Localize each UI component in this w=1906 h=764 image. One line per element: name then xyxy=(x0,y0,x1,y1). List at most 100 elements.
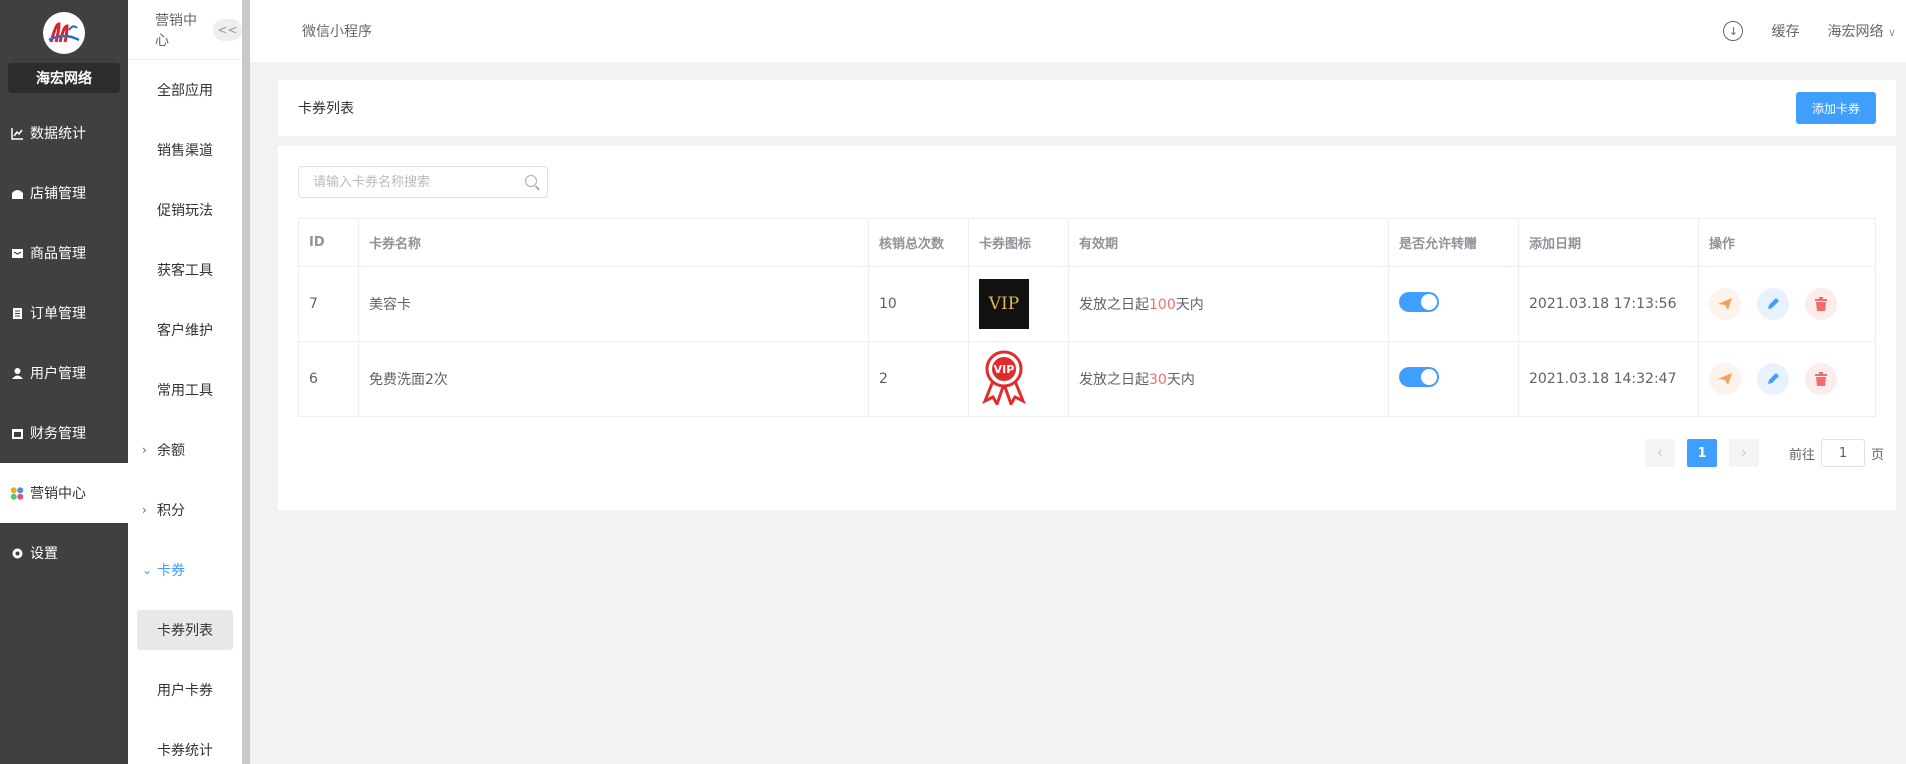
trash-icon xyxy=(1815,297,1827,311)
chevron-right-icon: › xyxy=(142,443,147,457)
cell-icon: VIP xyxy=(968,266,1069,342)
subnav-item-coupon-list[interactable]: 卡券列表 xyxy=(128,600,242,660)
cell-name: 免费洗面2次 xyxy=(358,341,869,417)
page-number[interactable]: 1 xyxy=(1686,439,1717,467)
send-coupon-button[interactable] xyxy=(1709,363,1741,395)
marketing-icon xyxy=(10,486,24,500)
secondary-sidebar: 营销中心 << 全部应用 销售渠道 促销玩法 获客工具 客户维护 常用工具 › … xyxy=(128,0,250,764)
brand-name: 海宏网络 xyxy=(8,63,120,93)
search-icon[interactable] xyxy=(525,175,537,187)
search-input[interactable] xyxy=(313,168,513,196)
subnav-item-all-apps[interactable]: 全部应用 xyxy=(128,60,242,120)
collapse-sidebar-button[interactable]: << xyxy=(212,18,242,41)
delete-coupon-button[interactable] xyxy=(1805,363,1837,395)
cell-actions xyxy=(1698,266,1876,342)
subnav-group-label: 卡券 xyxy=(157,563,185,579)
page-jump-input[interactable] xyxy=(1820,439,1865,467)
validity-prefix: 发放之日起 xyxy=(1079,297,1149,313)
sidebar-item-label: 用户管理 xyxy=(30,366,86,382)
subnav-item-common-tools[interactable]: 常用工具 xyxy=(128,360,242,420)
sidebar-item-label: 订单管理 xyxy=(30,306,86,322)
cell-count: 2 xyxy=(868,341,969,417)
sidebar-item-label: 数据统计 xyxy=(30,126,86,142)
page-label: 页 xyxy=(1870,447,1884,463)
sidebar-item-users[interactable]: 用户管理 xyxy=(0,343,128,403)
sidebar-item-goods[interactable]: 商品管理 xyxy=(0,223,128,283)
cell-id: 7 xyxy=(298,266,359,342)
cell-id: 6 xyxy=(298,341,359,417)
cell-icon: VIP xyxy=(968,341,1069,417)
header-title: 微信小程序 xyxy=(302,24,372,40)
edit-coupon-button[interactable] xyxy=(1757,363,1789,395)
paper-plane-icon xyxy=(1718,373,1732,385)
prev-page-button[interactable]: ‹ xyxy=(1644,439,1675,467)
sidebar-item-shop[interactable]: 店铺管理 xyxy=(0,163,128,223)
subnav-sub-label: 用户卡券 xyxy=(157,683,213,699)
next-page-button[interactable]: › xyxy=(1728,439,1759,467)
settings-icon xyxy=(10,546,24,560)
user-icon xyxy=(10,366,24,380)
subnav-header: 营销中心 << xyxy=(128,0,242,60)
subnav-group-balance[interactable]: › 余额 xyxy=(128,420,242,480)
add-coupon-button[interactable]: 添加卡券 xyxy=(1795,92,1876,124)
send-coupon-button[interactable] xyxy=(1709,288,1741,320)
chart-line-icon xyxy=(10,126,24,140)
table-header-row: ID 卡券名称 核销总次数 卡券图标 有效期 是否允许转赠 添加日期 操作 xyxy=(298,218,1876,267)
cell-date: 2021.03.18 14:32:47 xyxy=(1518,341,1699,417)
sidebar-item-data-stats[interactable]: 数据统计 xyxy=(0,103,128,163)
goods-icon xyxy=(10,246,24,260)
subnav-item-sales-channel[interactable]: 销售渠道 xyxy=(128,120,242,180)
brand-logo[interactable] xyxy=(43,11,85,54)
download-icon[interactable]: ↓ xyxy=(1723,21,1744,41)
chevron-down-icon: ⌄ xyxy=(142,563,153,577)
cell-transfer xyxy=(1388,266,1519,342)
transfer-toggle[interactable] xyxy=(1399,367,1439,387)
table-row: 7 美容卡 10 VIP 发放之日起100天内 2021.03.18 17:13… xyxy=(298,266,1876,342)
col-header-transfer: 是否允许转赠 xyxy=(1388,218,1519,267)
search-box xyxy=(298,166,548,198)
vip-badge-text: VIP xyxy=(994,363,1015,376)
subnav-item-user-coupons[interactable]: 用户卡券 xyxy=(128,660,242,720)
cell-validity: 发放之日起30天内 xyxy=(1068,341,1389,417)
pencil-icon xyxy=(1768,373,1779,384)
subnav-item-coupon-stats[interactable]: 卡券统计 xyxy=(128,720,242,764)
page-jump: 前往 页 xyxy=(1789,439,1884,467)
sidebar-item-orders[interactable]: 订单管理 xyxy=(0,283,128,343)
goto-label: 前往 xyxy=(1788,447,1815,463)
cell-transfer xyxy=(1388,341,1519,417)
vip-card-image: VIP xyxy=(979,279,1029,329)
pencil-icon xyxy=(1768,298,1779,309)
vip-card-text: VIP xyxy=(988,294,1020,314)
edit-coupon-button[interactable] xyxy=(1757,288,1789,320)
order-icon xyxy=(10,306,24,320)
subnav-item-promotion[interactable]: 促销玩法 xyxy=(128,180,242,240)
col-header-validity: 有效期 xyxy=(1068,218,1389,267)
col-header-name: 卡券名称 xyxy=(358,218,869,267)
paper-plane-icon xyxy=(1718,298,1732,310)
subnav-group-points[interactable]: › 积分 xyxy=(128,480,242,540)
sidebar-item-marketing[interactable]: 营销中心 xyxy=(0,463,128,523)
sidebar-item-finance[interactable]: 财务管理 xyxy=(0,403,128,463)
coupon-table: ID 卡券名称 核销总次数 卡券图标 有效期 是否允许转赠 添加日期 操作 7 … xyxy=(298,218,1876,417)
sidebar-item-label: 财务管理 xyxy=(30,426,86,442)
card-header: 卡券列表 添加卡券 xyxy=(278,80,1896,136)
subnav-group-coupons[interactable]: ⌄ 卡券 xyxy=(128,540,242,600)
table-row: 6 免费洗面2次 2 VIP 发放之日起30天内 2021.03.18 14:3… xyxy=(298,341,1876,417)
subnav-item-customer-care[interactable]: 客户维护 xyxy=(128,300,242,360)
finance-icon xyxy=(10,426,24,440)
cache-button[interactable]: 缓存 xyxy=(1771,21,1799,41)
subnav-group-label: 余额 xyxy=(157,443,185,459)
chevron-down-icon: ∨ xyxy=(1887,26,1896,39)
subnav-item-acquisition[interactable]: 获客工具 xyxy=(128,240,242,300)
col-header-icon: 卡券图标 xyxy=(968,218,1069,267)
user-menu[interactable]: 海宏网络 ∨ xyxy=(1827,21,1896,41)
cell-actions xyxy=(1698,341,1876,417)
col-header-actions: 操作 xyxy=(1698,218,1876,267)
validity-suffix: 天内 xyxy=(1175,297,1204,313)
sidebar-item-label: 店铺管理 xyxy=(30,186,86,202)
sidebar-item-settings[interactable]: 设置 xyxy=(0,523,128,583)
delete-coupon-button[interactable] xyxy=(1805,288,1837,320)
user-name: 海宏网络 xyxy=(1827,24,1884,40)
transfer-toggle[interactable] xyxy=(1399,292,1439,312)
pagination: ‹ 1 › 前往 页 xyxy=(1644,439,1884,467)
